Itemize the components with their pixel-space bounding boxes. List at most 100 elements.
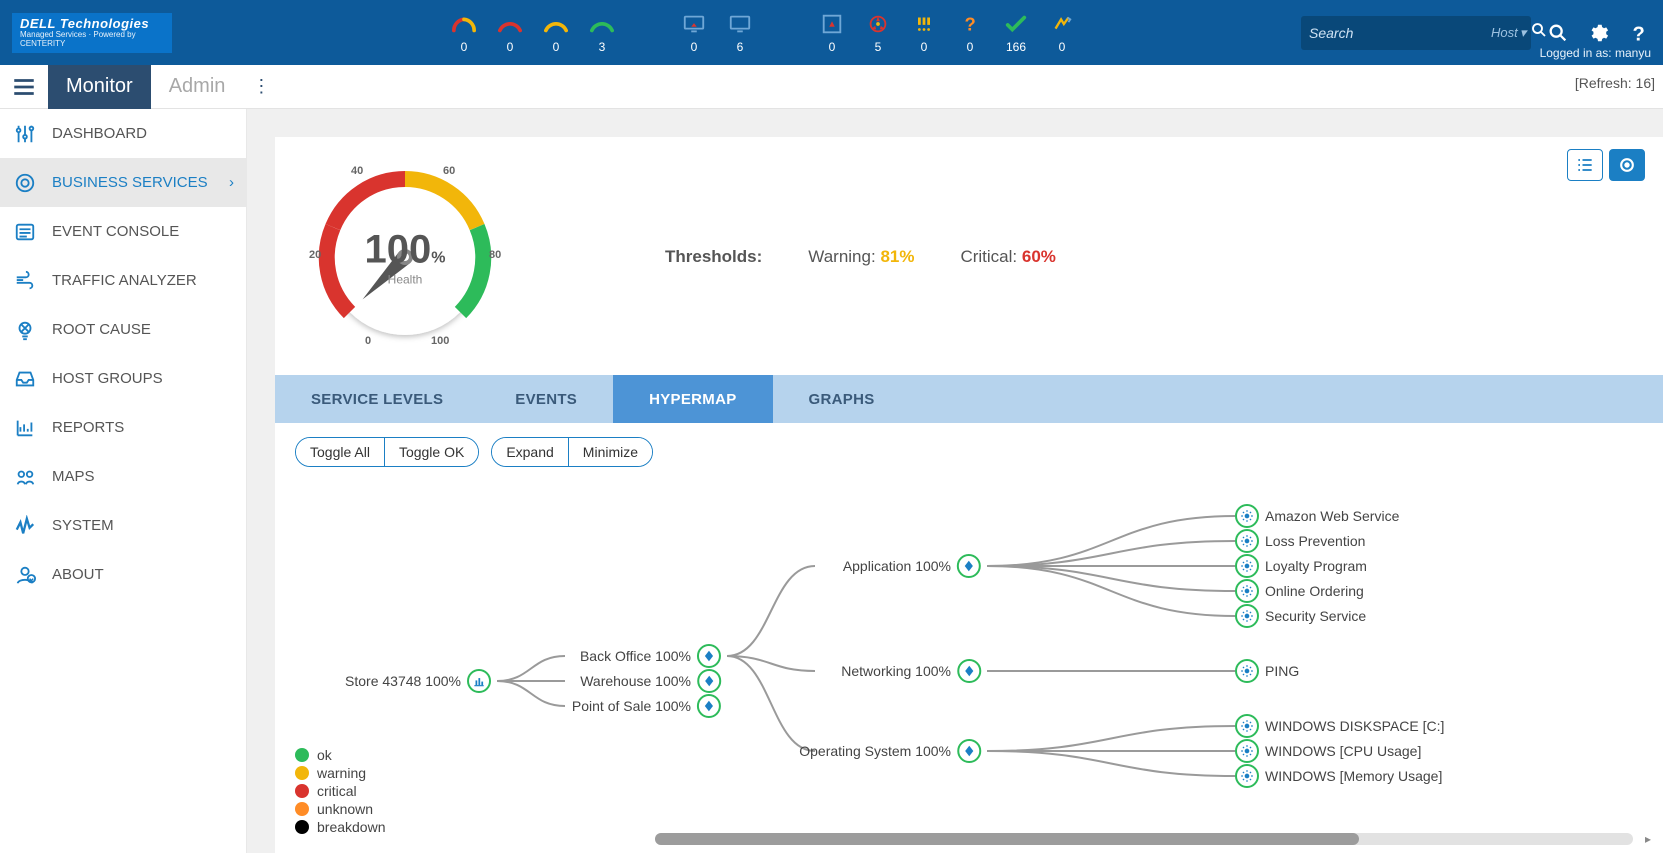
status-svc-unk-count: 0: [967, 40, 974, 54]
node-icon[interactable]: [957, 739, 981, 763]
status-svc-warn-icon[interactable]: 0: [912, 12, 936, 54]
global-search-icon[interactable]: [1545, 20, 1571, 46]
sidebar-item-system[interactable]: SYSTEM: [0, 501, 246, 550]
status-up-icon[interactable]: 3: [590, 12, 614, 54]
toggle-group-2: Expand Minimize: [491, 437, 653, 467]
sidebar-item-root-cause[interactable]: ROOT CAUSE: [0, 305, 246, 354]
status-svc-extra-icon[interactable]: 0: [1050, 12, 1074, 54]
thresholds-readout: Thresholds: Warning: 81% Critical: 60%: [665, 247, 1056, 267]
hypermap-canvas[interactable]: Store 43748 100% Back Office 100%Warehous…: [295, 481, 1643, 821]
hypermap-os-0[interactable]: WINDOWS DISKSPACE [C:]: [1235, 714, 1444, 738]
mode-tab-monitor[interactable]: Monitor: [48, 65, 151, 109]
horizontal-scrollbar[interactable]: ▸: [655, 833, 1633, 845]
hypermap-app-2[interactable]: Loyalty Program: [1235, 554, 1367, 578]
status-down-count: 0: [507, 40, 514, 54]
inbox-icon: [12, 368, 38, 390]
node-label: WINDOWS DISKSPACE [C:]: [1265, 718, 1444, 734]
sidebar-item-label: ABOUT: [52, 566, 104, 583]
status-svc-crit-count: 0: [829, 40, 836, 54]
status-unreach-icon[interactable]: 0: [544, 12, 568, 54]
help-icon[interactable]: ?: [1625, 20, 1651, 46]
top-bar: DELL Technologies Managed Services · Pow…: [0, 0, 1663, 65]
status-unreach-count: 0: [553, 40, 560, 54]
legend-unknown: unknown: [295, 801, 386, 817]
hypermap-os-1[interactable]: WINDOWS [CPU Usage]: [1235, 739, 1421, 763]
mode-tab-admin[interactable]: Admin: [151, 65, 244, 109]
hypermap-l3-0[interactable]: Application 100%: [843, 554, 981, 578]
wind-icon: [12, 270, 38, 292]
status-svc-crit-icon[interactable]: 0: [820, 12, 844, 54]
kebab-menu-icon[interactable]: ⋮: [251, 76, 271, 97]
status-svc-rad-icon[interactable]: 5: [866, 12, 890, 54]
node-icon[interactable]: [957, 659, 981, 683]
status-svc-ok-icon[interactable]: 166: [1004, 12, 1028, 54]
status-svc-ok-count: 166: [1006, 40, 1026, 54]
sidebar-item-maps[interactable]: MAPS: [0, 452, 246, 501]
settings-gear-icon[interactable]: [1585, 20, 1611, 46]
hypermap-l3-2[interactable]: Operating System 100%: [799, 739, 981, 763]
sidebar-item-reports[interactable]: REPORTS: [0, 403, 246, 452]
search-scope-select[interactable]: Host▾: [1491, 25, 1526, 41]
main-panel: 100% Health 0 20 40 60 80 100 Thresholds…: [275, 137, 1663, 853]
toggle-ok-button[interactable]: Toggle OK: [384, 438, 478, 466]
node-icon[interactable]: [697, 644, 721, 668]
legend-breakdown: breakdown: [295, 819, 386, 835]
node-icon[interactable]: [957, 554, 981, 578]
toggle-all-button[interactable]: Toggle All: [296, 438, 384, 466]
hypermap-app-0[interactable]: Amazon Web Service: [1235, 504, 1399, 528]
status-svc-unk-icon[interactable]: ? 0: [958, 12, 982, 54]
subtab-graphs[interactable]: GRAPHS: [773, 375, 911, 423]
sidebar-item-traffic-analyzer[interactable]: TRAFFIC ANALYZER: [0, 256, 246, 305]
status-down-icon[interactable]: 0: [498, 12, 522, 54]
hypermap-l2-2[interactable]: Point of Sale 100%: [572, 694, 721, 718]
sidebar-item-dashboard[interactable]: DASHBOARD: [0, 109, 246, 158]
chart-icon: [12, 417, 38, 439]
node-icon[interactable]: [1235, 579, 1259, 603]
hypermap-app-4[interactable]: Security Service: [1235, 604, 1366, 628]
hypermap-app-1[interactable]: Loss Prevention: [1235, 529, 1365, 553]
node-icon[interactable]: [467, 669, 491, 693]
node-icon[interactable]: [1235, 604, 1259, 628]
toggle-group-1: Toggle All Toggle OK: [295, 437, 479, 467]
search-input[interactable]: [1309, 25, 1491, 41]
node-icon[interactable]: [1235, 764, 1259, 788]
sidebar-item-business-services[interactable]: BUSINESS SERVICES ›: [0, 158, 246, 207]
hypermap-controls: Toggle All Toggle OK Expand Minimize: [275, 423, 1663, 481]
status-down-flash-icon[interactable]: 0: [452, 12, 476, 54]
node-icon[interactable]: [1235, 504, 1259, 528]
status-sys-up-icon[interactable]: 6: [728, 12, 752, 54]
hypermap-l3-1[interactable]: Networking 100%: [841, 659, 981, 683]
search-box[interactable]: Host▾: [1301, 16, 1531, 50]
hamburger-icon[interactable]: [0, 65, 48, 109]
hypermap-root[interactable]: Store 43748 100%: [345, 669, 491, 693]
hypermap-l2-1[interactable]: Warehouse 100%: [580, 669, 721, 693]
subtab-events[interactable]: EVENTS: [479, 375, 613, 423]
node-label: Store 43748 100%: [345, 673, 461, 689]
node-icon[interactable]: [1235, 739, 1259, 763]
sidebar-item-host-groups[interactable]: HOST GROUPS: [0, 354, 246, 403]
expand-button[interactable]: Expand: [492, 438, 567, 466]
node-icon[interactable]: [1235, 529, 1259, 553]
scroll-right-arrow-icon[interactable]: ▸: [1645, 832, 1651, 846]
node-icon[interactable]: [1235, 659, 1259, 683]
status-sys-down-icon[interactable]: 0: [682, 12, 706, 54]
subtab-hypermap[interactable]: HYPERMAP: [613, 375, 772, 423]
sidebar-item-event-console[interactable]: EVENT CONSOLE: [0, 207, 246, 256]
sidebar-item-label: MAPS: [52, 468, 95, 485]
node-icon[interactable]: [697, 694, 721, 718]
hypermap-os-2[interactable]: WINDOWS [Memory Usage]: [1235, 764, 1442, 788]
hypermap-app-3[interactable]: Online Ordering: [1235, 579, 1364, 603]
node-icon[interactable]: [697, 669, 721, 693]
node-icon[interactable]: [1235, 554, 1259, 578]
hypermap-l2-0[interactable]: Back Office 100%: [580, 644, 721, 668]
mode-bar: MonitorAdmin ⋮ [Refresh: 16]: [0, 65, 1663, 109]
hypermap-net-0[interactable]: PING: [1235, 659, 1299, 683]
sidebar-item-about[interactable]: ABOUT: [0, 550, 246, 599]
node-icon[interactable]: [1235, 714, 1259, 738]
scrollbar-thumb[interactable]: [655, 833, 1359, 845]
gauge-center: 100% Health: [365, 228, 446, 287]
minimize-button[interactable]: Minimize: [568, 438, 652, 466]
status-svc-extra-count: 0: [1059, 40, 1066, 54]
bulb-icon: [12, 319, 38, 341]
subtab-service-levels[interactable]: SERVICE LEVELS: [275, 375, 479, 423]
